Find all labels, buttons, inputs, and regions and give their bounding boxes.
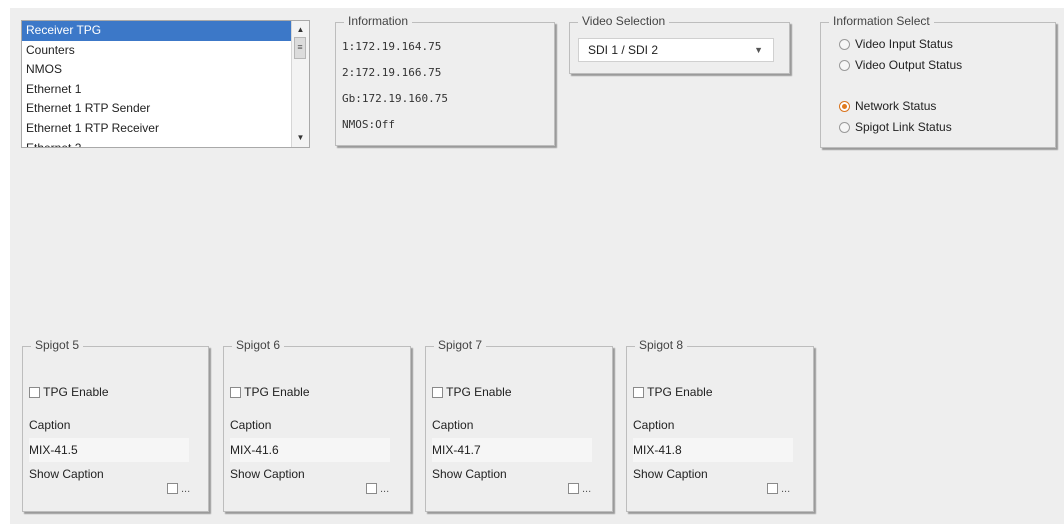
show-caption-checkbox[interactable] — [767, 483, 778, 494]
radio-spigot-link-status[interactable]: Spigot Link Status — [839, 119, 952, 135]
tpg-enable-row[interactable]: TPG Enable — [633, 385, 713, 399]
information-panel: Information 1:172.19.164.75 2:172.19.166… — [335, 14, 555, 146]
tpg-enable-row[interactable]: TPG Enable — [29, 385, 109, 399]
information-title: Information — [344, 14, 413, 28]
show-caption-control[interactable]: ... — [366, 481, 389, 495]
radio-video-output-status[interactable]: Video Output Status — [839, 57, 962, 73]
show-caption-label: Show Caption — [230, 467, 305, 481]
radio-label: Video Input Status — [855, 37, 953, 51]
radio-button[interactable] — [839, 122, 850, 133]
tpg-enable-label: TPG Enable — [244, 385, 310, 399]
info-line-1: 1:172.19.164.75 — [342, 40, 442, 53]
scroll-down-icon[interactable]: ▼ — [292, 131, 309, 145]
video-selection-panel: Video Selection SDI 1 / SDI 2 ▼ — [569, 14, 790, 74]
chevron-down-icon[interactable]: ▼ — [754, 39, 763, 61]
radio-button[interactable] — [839, 39, 850, 50]
scroll-up-icon[interactable]: ▲ — [292, 23, 309, 37]
spigot-5-panel: Spigot 5 TPG Enable Caption MIX-41.5 Sho… — [22, 338, 209, 512]
spigot-title: Spigot 8 — [635, 338, 688, 352]
show-caption-label: Show Caption — [29, 467, 104, 481]
tpg-enable-checkbox[interactable] — [432, 387, 443, 398]
tpg-enable-row[interactable]: TPG Enable — [230, 385, 310, 399]
video-selection-title: Video Selection — [578, 14, 670, 28]
more-options-icon[interactable]: ... — [181, 483, 190, 495]
list-item-receiver-tpg[interactable]: Receiver TPG — [22, 21, 291, 41]
list-item-ethernet-2[interactable]: Ethernet 2 — [22, 139, 291, 147]
tpg-enable-checkbox[interactable] — [230, 387, 241, 398]
information-select-panel: Information Select Video Input Status Vi… — [820, 14, 1056, 148]
scroll-thumb[interactable]: ≡ — [294, 37, 306, 59]
list-item-counters[interactable]: Counters — [22, 41, 291, 61]
radio-label: Spigot Link Status — [855, 120, 952, 134]
show-caption-checkbox[interactable] — [366, 483, 377, 494]
list-item-ethernet-1-rtp-receiver[interactable]: Ethernet 1 RTP Receiver — [22, 119, 291, 139]
caption-label: Caption — [633, 418, 675, 432]
video-selection-value: SDI 1 / SDI 2 — [588, 43, 659, 57]
more-options-icon[interactable]: ... — [582, 483, 591, 495]
list-scrollbar[interactable]: ▲ ≡ ▼ — [291, 21, 309, 147]
tpg-enable-label: TPG Enable — [43, 385, 109, 399]
caption-label: Caption — [432, 418, 474, 432]
show-caption-control[interactable]: ... — [568, 481, 591, 495]
radio-video-input-status[interactable]: Video Input Status — [839, 36, 953, 52]
more-options-icon[interactable]: ... — [380, 483, 389, 495]
list-item-ethernet-1-rtp-sender[interactable]: Ethernet 1 RTP Sender — [22, 99, 291, 119]
spigot-6-panel: Spigot 6 TPG Enable Caption MIX-41.6 Sho… — [223, 338, 411, 512]
video-selection-dropdown[interactable]: SDI 1 / SDI 2 ▼ — [578, 38, 774, 62]
information-select-title: Information Select — [829, 14, 934, 28]
radio-network-status[interactable]: Network Status — [839, 98, 936, 114]
info-line-gb: Gb:172.19.160.75 — [342, 92, 448, 105]
list-item-nmos[interactable]: NMOS — [22, 60, 291, 80]
caption-input[interactable]: MIX-41.5 — [29, 438, 189, 462]
radio-label: Network Status — [855, 99, 937, 113]
caption-input[interactable]: MIX-41.8 — [633, 438, 793, 462]
tpg-enable-label: TPG Enable — [647, 385, 713, 399]
spigot-title: Spigot 5 — [31, 338, 84, 352]
show-caption-label: Show Caption — [633, 467, 708, 481]
radio-label: Video Output Status — [855, 58, 963, 72]
spigot-title: Spigot 7 — [434, 338, 487, 352]
caption-label: Caption — [29, 418, 71, 432]
category-list[interactable]: Receiver TPG Counters NMOS Ethernet 1 Et… — [21, 20, 310, 148]
show-caption-control[interactable]: ... — [167, 481, 190, 495]
show-caption-control[interactable]: ... — [767, 481, 790, 495]
tpg-enable-checkbox[interactable] — [633, 387, 644, 398]
caption-input[interactable]: MIX-41.7 — [432, 438, 592, 462]
list-item-ethernet-1[interactable]: Ethernet 1 — [22, 80, 291, 100]
tpg-enable-row[interactable]: TPG Enable — [432, 385, 512, 399]
info-line-nmos: NMOS:Off — [342, 118, 395, 131]
caption-input[interactable]: MIX-41.6 — [230, 438, 390, 462]
show-caption-label: Show Caption — [432, 467, 507, 481]
radio-button[interactable] — [839, 60, 850, 71]
more-options-icon[interactable]: ... — [781, 483, 790, 495]
spigot-8-panel: Spigot 8 TPG Enable Caption MIX-41.8 Sho… — [626, 338, 814, 512]
tpg-enable-label: TPG Enable — [446, 385, 512, 399]
radio-button-checked[interactable] — [839, 101, 850, 112]
spigot-title: Spigot 6 — [232, 338, 285, 352]
tpg-enable-checkbox[interactable] — [29, 387, 40, 398]
show-caption-checkbox[interactable] — [568, 483, 579, 494]
show-caption-checkbox[interactable] — [167, 483, 178, 494]
caption-label: Caption — [230, 418, 272, 432]
info-line-2: 2:172.19.166.75 — [342, 66, 442, 79]
spigot-7-panel: Spigot 7 TPG Enable Caption MIX-41.7 Sho… — [425, 338, 613, 512]
